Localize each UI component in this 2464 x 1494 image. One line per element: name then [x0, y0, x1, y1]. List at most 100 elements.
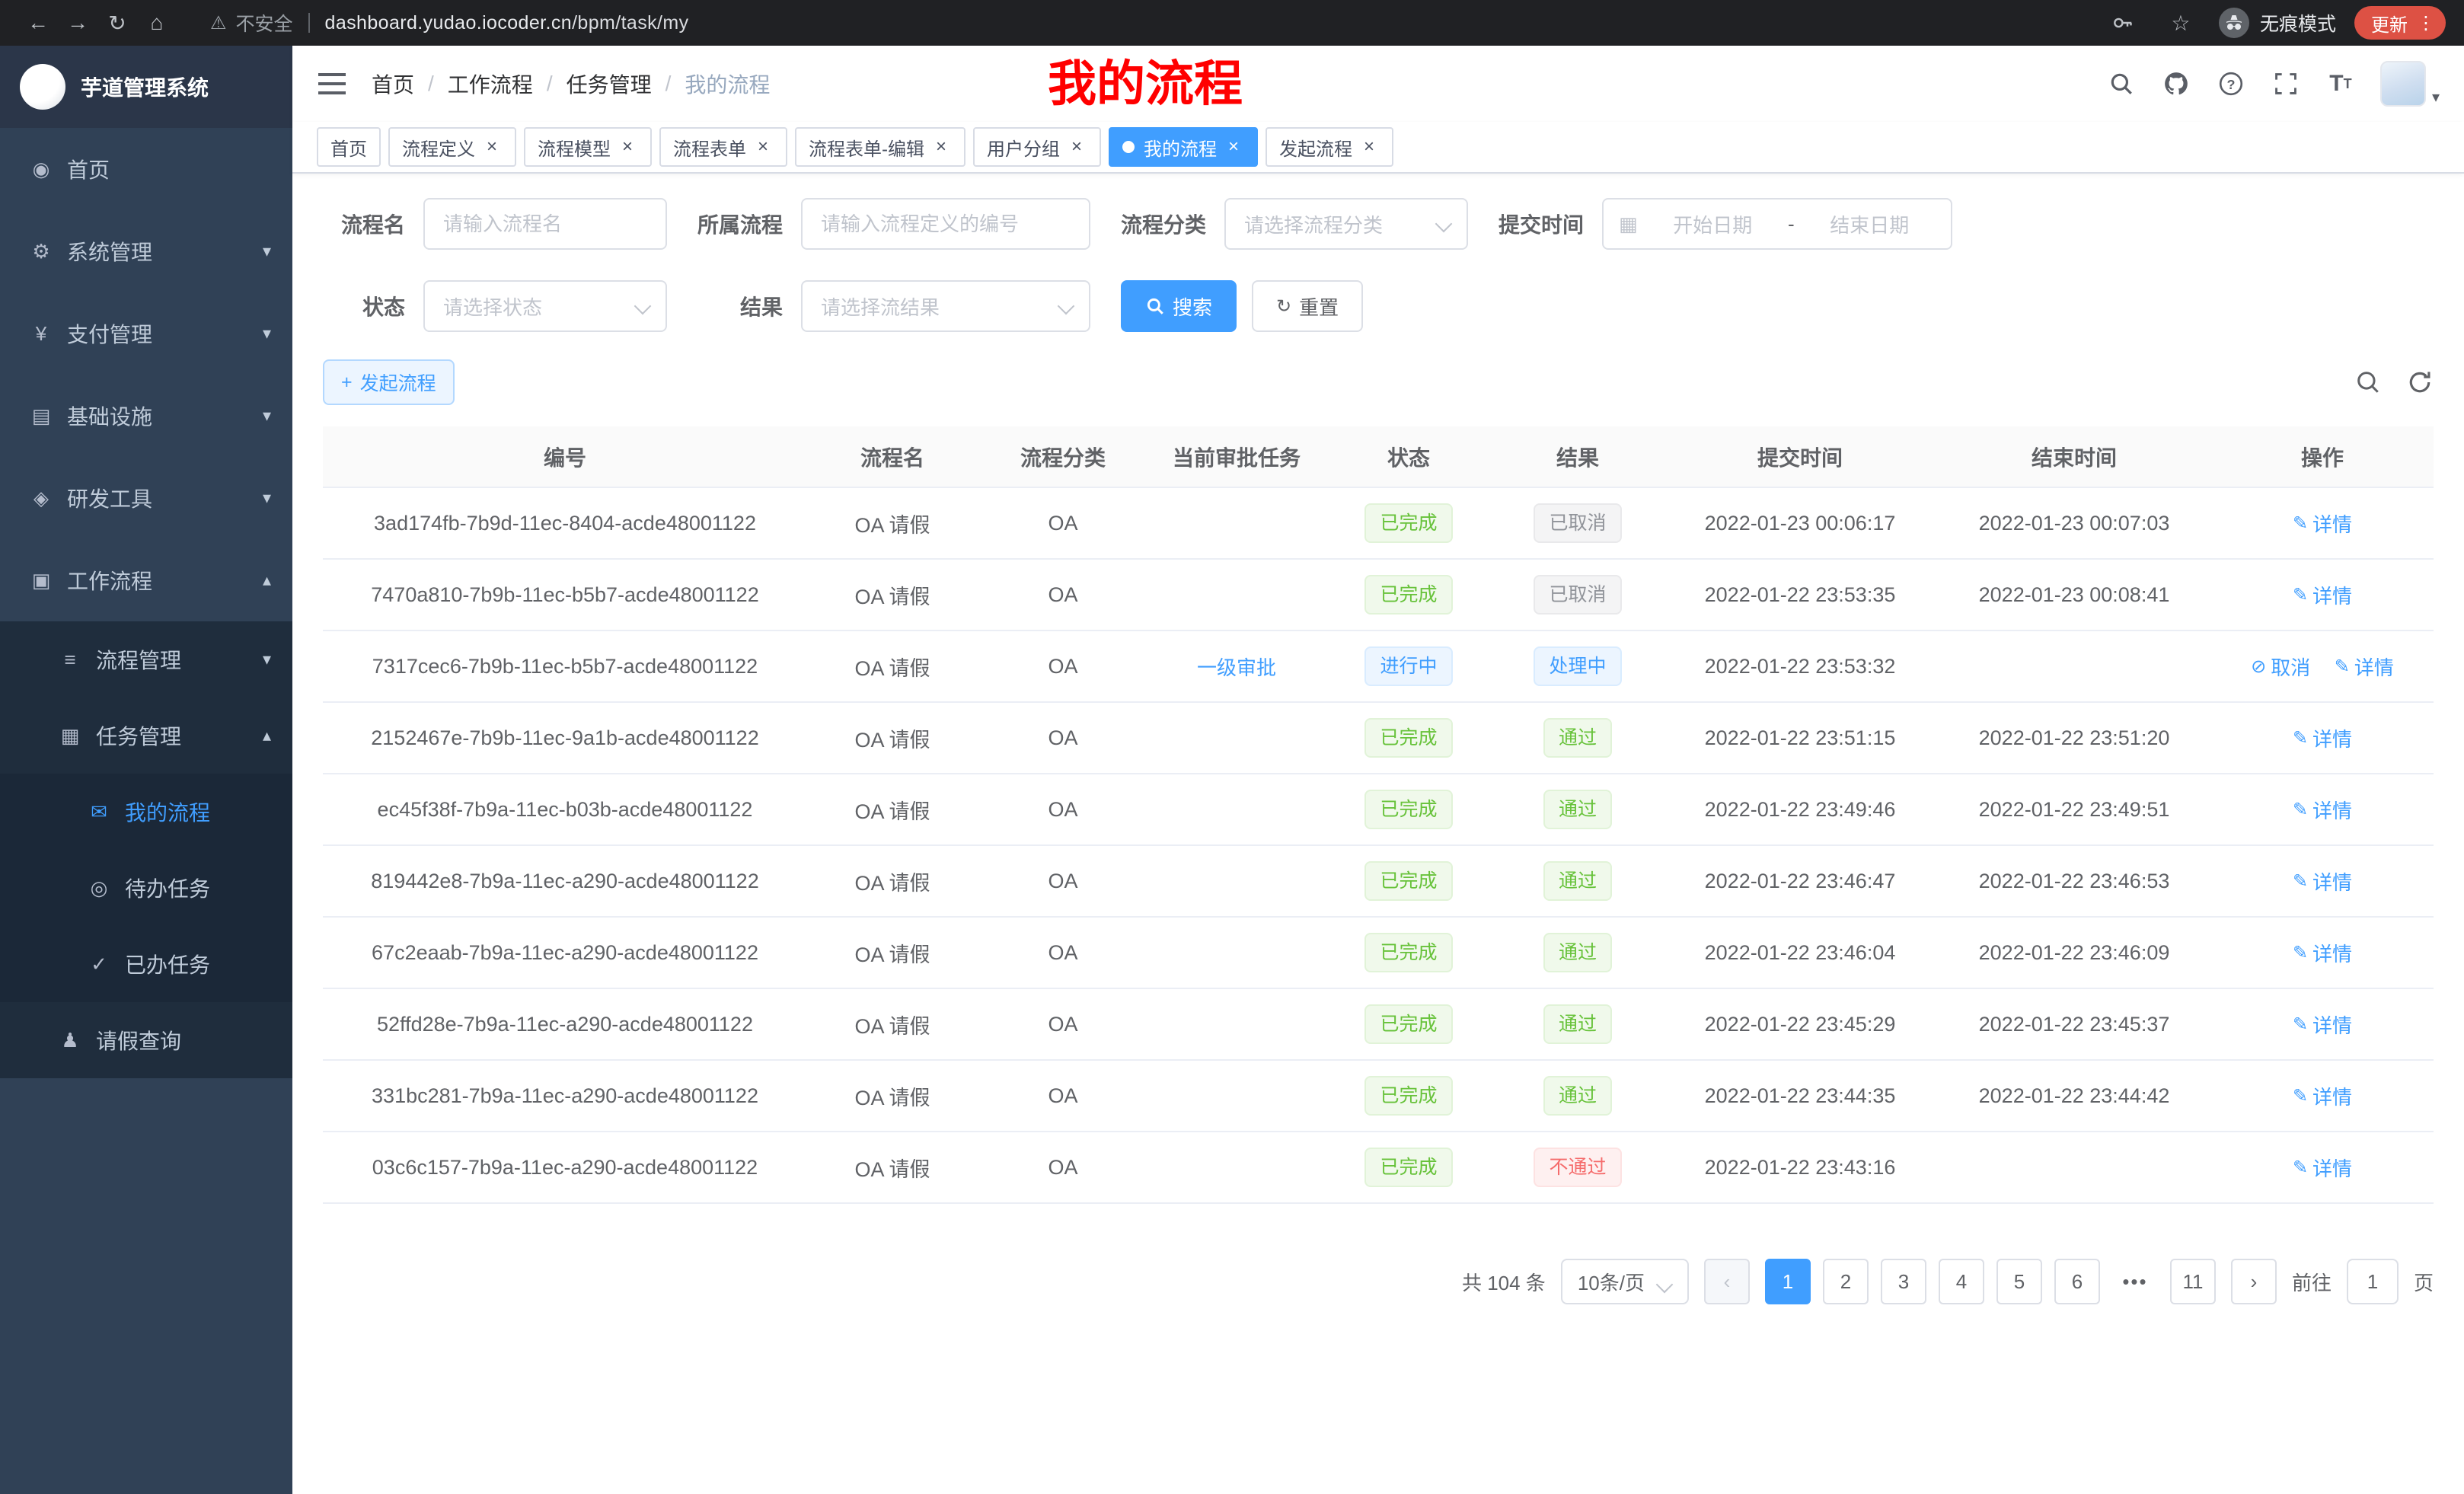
tab[interactable]: 发起流程 ×: [1266, 127, 1393, 167]
cell-end-time: 2022-01-22 23:51:20: [1937, 702, 2211, 774]
cell-operations: ⊘取消 ✎详情: [2211, 630, 2434, 702]
sidebar-item-infrastructure[interactable]: ▤ 基础设施 ▾: [0, 375, 292, 457]
font-size-icon[interactable]: TT: [2325, 69, 2356, 99]
page-button[interactable]: 2: [1823, 1259, 1869, 1304]
total-count: 共 104 条: [1462, 1268, 1546, 1296]
close-icon[interactable]: ×: [1358, 136, 1380, 158]
cell-status: 已完成: [1325, 845, 1492, 917]
toggle-search-icon[interactable]: [2354, 369, 2382, 396]
sidebar-item-process-management[interactable]: ≡ 流程管理 ▾: [0, 621, 292, 698]
detail-button[interactable]: ✎详情: [2293, 581, 2352, 609]
goto-page-input[interactable]: [2347, 1259, 2399, 1304]
browser-home-icon[interactable]: ⌂: [137, 3, 177, 43]
column-header: 流程名: [807, 426, 978, 487]
close-icon[interactable]: ×: [617, 136, 638, 158]
sidebar-item-task-management[interactable]: ▦ 任务管理 ▴: [0, 698, 292, 774]
key-icon[interactable]: [2103, 3, 2143, 43]
page-button[interactable]: 4: [1939, 1259, 1984, 1304]
tab[interactable]: 流程定义 ×: [388, 127, 516, 167]
detail-button[interactable]: ✎详情: [2293, 796, 2352, 824]
sidebar-item-my-process[interactable]: ✉ 我的流程: [0, 774, 292, 850]
next-page-button[interactable]: ›: [2231, 1259, 2277, 1304]
detail-button[interactable]: ✎详情: [2293, 939, 2352, 967]
prev-page-button[interactable]: ‹: [1704, 1259, 1750, 1304]
update-button[interactable]: 更新 ⋮: [2354, 6, 2446, 40]
server-icon: ▤: [29, 404, 53, 428]
sidebar-item-leave-query[interactable]: ♟ 请假查询: [0, 1002, 292, 1078]
close-icon[interactable]: ×: [1066, 136, 1087, 158]
sidebar-item-workflow[interactable]: ▣ 工作流程 ▴: [0, 539, 292, 621]
search-button[interactable]: 搜索: [1121, 280, 1237, 332]
tab[interactable]: 流程表单-编辑 ×: [795, 127, 965, 167]
process-name-input[interactable]: [423, 198, 667, 250]
cancel-button[interactable]: ⊘取消: [2251, 653, 2310, 681]
forward-icon[interactable]: →: [58, 3, 97, 43]
page-button[interactable]: 3: [1881, 1259, 1926, 1304]
close-icon[interactable]: ×: [752, 136, 774, 158]
tab[interactable]: 我的流程 ×: [1109, 127, 1258, 167]
close-icon[interactable]: ×: [481, 136, 503, 158]
submit-time-range[interactable]: ▦ 开始日期 - 结束日期: [1602, 198, 1952, 250]
close-icon[interactable]: ×: [1223, 136, 1244, 158]
detail-button[interactable]: ✎详情: [2293, 1154, 2352, 1182]
page-button[interactable]: 11: [2170, 1259, 2216, 1304]
page-button[interactable]: •••: [2112, 1259, 2158, 1304]
status-badge: 已完成: [1364, 790, 1452, 829]
logo[interactable]: 芋道管理系统: [0, 46, 292, 128]
github-icon[interactable]: [2161, 69, 2191, 99]
detail-button[interactable]: ✎详情: [2293, 1082, 2352, 1110]
more-menu-icon[interactable]: ⋮: [2417, 12, 2438, 34]
detail-button[interactable]: ✎详情: [2293, 1010, 2352, 1039]
breadcrumb-item[interactable]: 工作流程: [448, 69, 533, 99]
cancel-icon: ⊘: [2251, 656, 2266, 678]
page-size-select[interactable]: 10条/页: [1561, 1259, 1689, 1304]
page-button[interactable]: 1: [1765, 1259, 1811, 1304]
result-badge: 已取消: [1534, 575, 1621, 615]
process-def-input[interactable]: [801, 198, 1090, 250]
sidebar-item-home[interactable]: ◉ 首页: [0, 128, 292, 210]
cell-id: 03c6c157-7b9a-11ec-a290-acde48001122: [323, 1132, 807, 1203]
fullscreen-icon[interactable]: [2271, 69, 2301, 99]
detail-button[interactable]: ✎详情: [2293, 867, 2352, 895]
hamburger-icon[interactable]: [317, 69, 347, 99]
task-link[interactable]: 一级审批: [1197, 653, 1276, 681]
tab[interactable]: 首页 ×: [317, 127, 381, 167]
security-label[interactable]: 不安全: [236, 9, 293, 37]
cell-submit-time: 2022-01-22 23:51:15: [1663, 702, 1937, 774]
status-select[interactable]: 请选择状态: [423, 280, 667, 332]
tab[interactable]: 用户分组 ×: [973, 127, 1101, 167]
sidebar-item-done-tasks[interactable]: ✓ 已办任务: [0, 926, 292, 1002]
reset-button[interactable]: ↻ 重置: [1252, 280, 1363, 332]
cell-submit-time: 2022-01-22 23:43:16: [1663, 1132, 1937, 1203]
close-icon[interactable]: ×: [930, 136, 952, 158]
detail-button[interactable]: ✎详情: [2293, 509, 2352, 538]
bookmark-star-icon[interactable]: ☆: [2161, 3, 2201, 43]
create-process-button[interactable]: + 发起流程: [323, 359, 455, 405]
refresh-table-icon[interactable]: [2406, 369, 2434, 396]
user-menu[interactable]: ▾: [2380, 61, 2440, 107]
cell-id: 7470a810-7b9b-11ec-b5b7-acde48001122: [323, 559, 807, 630]
breadcrumb-item[interactable]: 首页: [372, 69, 414, 99]
reload-icon[interactable]: ↻: [97, 3, 137, 43]
sidebar-item-todo-tasks[interactable]: ◎ 待办任务: [0, 850, 292, 926]
detail-button[interactable]: ✎详情: [2335, 653, 2394, 681]
back-icon[interactable]: ←: [18, 3, 58, 43]
help-icon[interactable]: ?: [2216, 69, 2246, 99]
page-button[interactable]: 6: [2054, 1259, 2100, 1304]
sidebar-item-dev-tools[interactable]: ◈ 研发工具 ▾: [0, 457, 292, 539]
result-select[interactable]: 请选择流结果: [801, 280, 1090, 332]
chevron-down-icon: ▾: [263, 650, 271, 669]
detail-button[interactable]: ✎详情: [2293, 724, 2352, 752]
tab[interactable]: 流程表单 ×: [659, 127, 787, 167]
search-icon[interactable]: [2106, 69, 2137, 99]
category-select[interactable]: 请选择流程分类: [1224, 198, 1468, 250]
sidebar-item-system[interactable]: ⚙ 系统管理 ▾: [0, 210, 292, 292]
page-button[interactable]: 5: [1996, 1259, 2042, 1304]
sidebar-item-payment[interactable]: ¥ 支付管理 ▾: [0, 292, 292, 375]
sidebar: 芋道管理系统 ◉ 首页 ⚙ 系统管理 ▾ ¥ 支付管理 ▾ ▤: [0, 46, 292, 1494]
svg-text:?: ?: [2226, 77, 2235, 92]
tab[interactable]: 流程模型 ×: [524, 127, 652, 167]
breadcrumb-item[interactable]: 任务管理: [567, 69, 652, 99]
url-text[interactable]: dashboard.yudao.iocoder.cn/bpm/task/my: [325, 12, 689, 34]
address-bar[interactable]: ⚠ 不安全 dashboard.yudao.iocoder.cn/bpm/tas…: [210, 9, 689, 37]
